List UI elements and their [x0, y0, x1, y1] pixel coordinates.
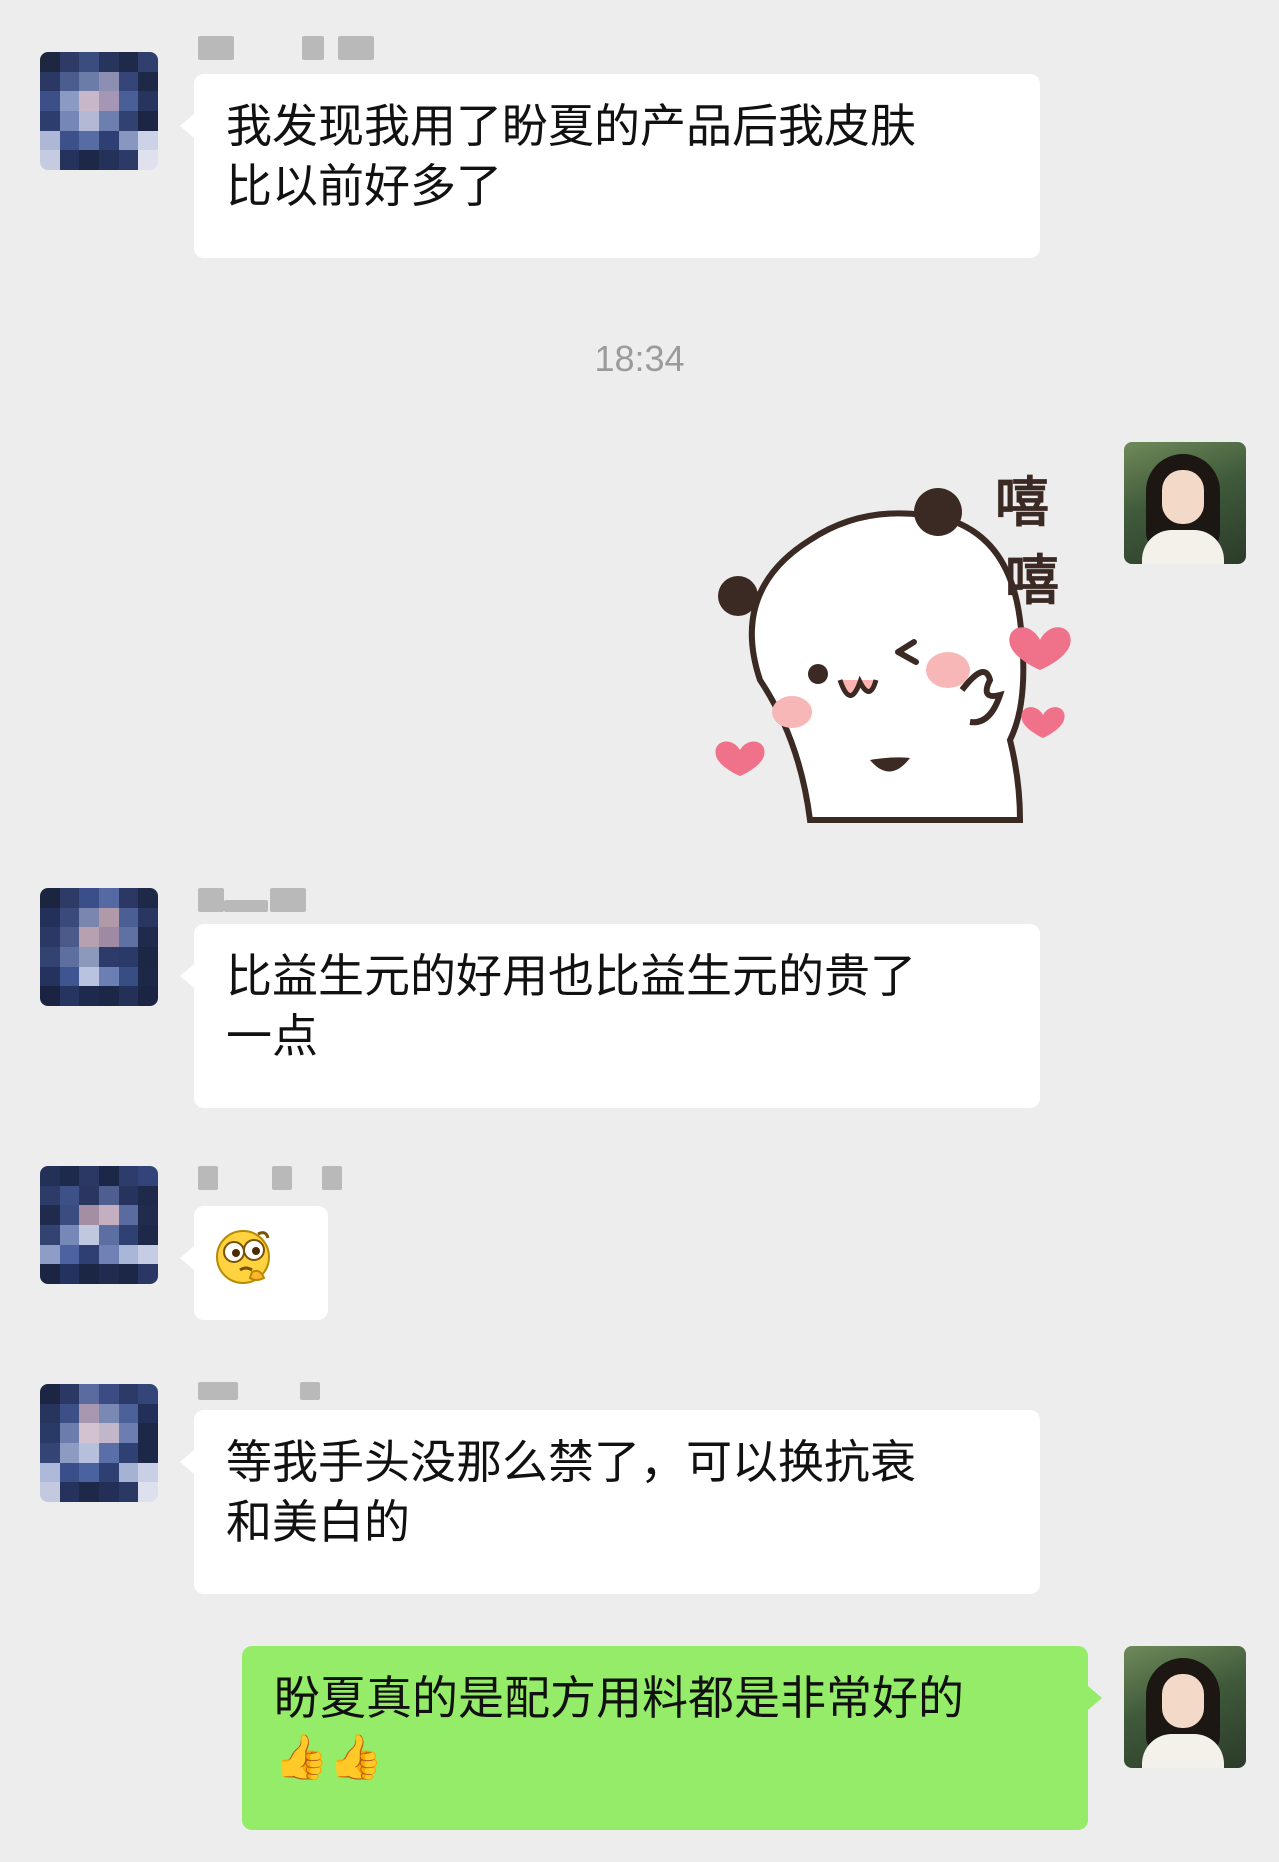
contact-name — [198, 36, 374, 64]
message-bubble-incoming[interactable]: 等我手头没那么禁了，可以换抗衰 和美白的 — [180, 1410, 1040, 1594]
contact-name — [198, 1382, 320, 1410]
sticker-text: 嘻 — [1005, 549, 1059, 612]
message-text: 一点 — [226, 1009, 318, 1063]
message-bubble-incoming[interactable] — [180, 1206, 328, 1320]
self-avatar[interactable] — [1124, 442, 1246, 564]
message-bubble-incoming[interactable]: 比益生元的好用也比益生元的贵了 一点 — [180, 924, 1040, 1108]
message-text: 我发现我用了盼夏的产品后我皮肤 — [226, 99, 916, 153]
contact-name — [198, 1166, 342, 1194]
message-text: 等我手头没那么禁了，可以换抗衰 — [226, 1435, 916, 1489]
message-text: 和美白的 — [226, 1495, 410, 1549]
contact-avatar[interactable] — [40, 1384, 158, 1502]
message-text: 比益生元的好用也比益生元的贵了 — [226, 949, 916, 1003]
contact-avatar[interactable] — [40, 52, 158, 170]
message-bubble-incoming[interactable]: 我发现我用了盼夏的产品后我皮肤 比以前好多了 — [180, 74, 1040, 258]
message-text: 比以前好多了 — [226, 159, 502, 213]
contact-avatar[interactable] — [40, 888, 158, 1006]
thinking-face-emoji-icon — [212, 1224, 274, 1286]
message-bubble-outgoing[interactable]: 盼夏真的是配方用料都是非常好的 👍👍 — [242, 1646, 1102, 1830]
contact-name — [198, 888, 306, 916]
self-avatar[interactable] — [1124, 1646, 1246, 1768]
sticker-text: 嘻 — [995, 471, 1049, 534]
message-text: 盼夏真的是配方用料都是非常好的 — [274, 1671, 964, 1725]
timestamp: 18:34 — [594, 338, 685, 379]
thumbs-up-icon: 👍👍 — [274, 1732, 384, 1783]
contact-avatar[interactable] — [40, 1166, 158, 1284]
